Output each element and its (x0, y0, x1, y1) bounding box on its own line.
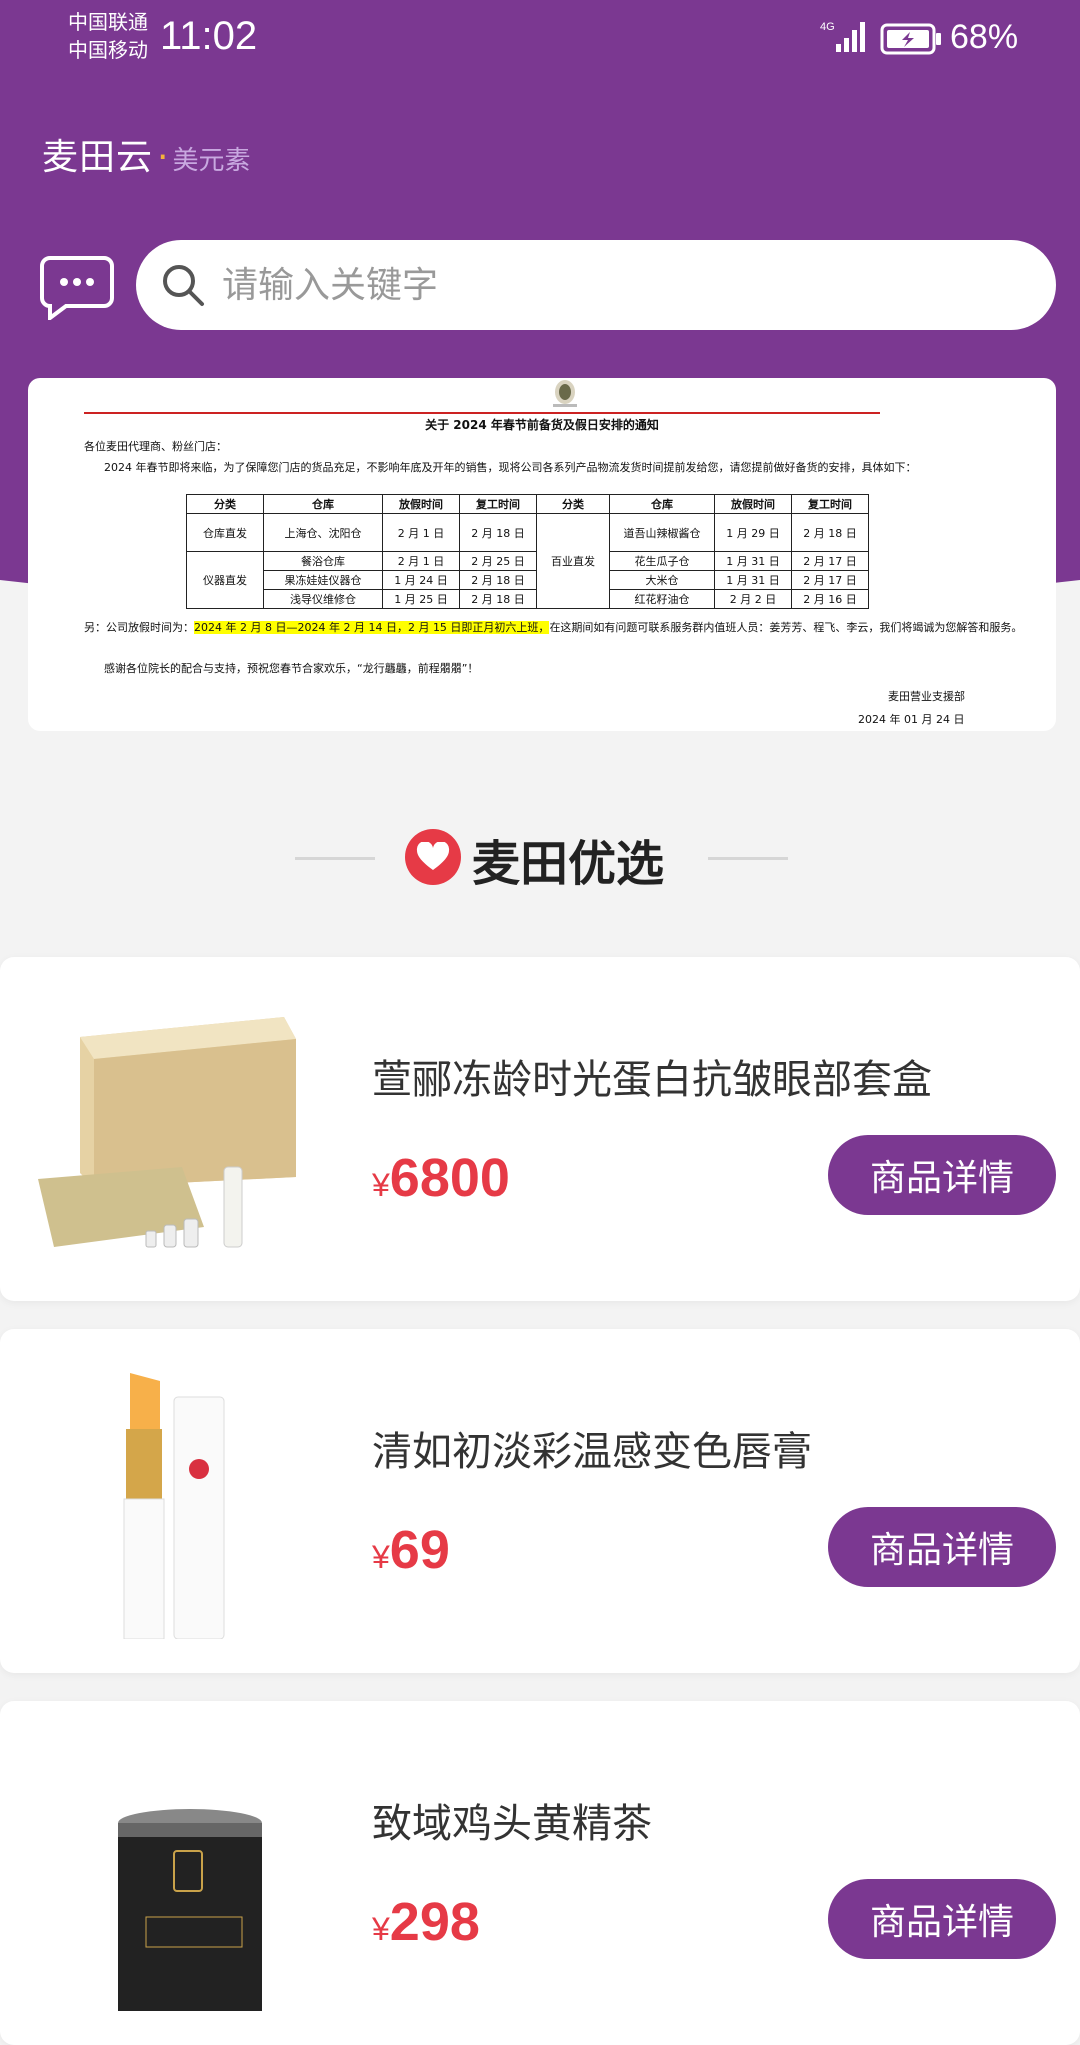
holiday-table: 分类 仓库 放假时间 复工时间 分类 仓库 放假时间 复工时间 仓库直发 上海仓… (186, 494, 869, 609)
product-card[interactable]: 清如初淡彩温感变色唇膏 ¥69 商品详情 (0, 1329, 1080, 1673)
section-header: 麦田优选 (0, 820, 1080, 900)
table-cell: 果冻娃娃仪器仓 (263, 570, 383, 590)
table-cell: 红花籽油仓 (609, 589, 715, 609)
table-cell: 餐浴仓库 (263, 551, 383, 571)
brand-sub: 美元素 (172, 146, 251, 176)
product-detail-button[interactable]: 商品详情 (828, 1507, 1056, 1587)
table-cell: 大米仓 (609, 570, 715, 590)
table-cell: 花生瓜子仓 (609, 551, 715, 571)
product-name: 致域鸡头黄精茶 (372, 1801, 652, 1847)
table-cell: 2 月 17 日 (791, 570, 869, 590)
price-currency: ¥ (372, 1911, 390, 1947)
battery-icon (880, 23, 941, 55)
search-bar[interactable] (136, 240, 1056, 330)
product-price: ¥6800 (372, 1147, 510, 1209)
section-divider-right (708, 857, 788, 860)
notice-extra-suffix: 在这期间如有问题可联系服务群内值班人员：姜芳芳、程飞、李云，我们将竭诚为您解答和… (549, 621, 1023, 634)
table-cell: 1 月 31 日 (714, 570, 792, 590)
brand-logo: 麦田云 · 美元素 (42, 128, 251, 178)
notice-extra: 另：公司放假时间为：2024 年 2 月 8 日—2024 年 2 月 14 日… (84, 618, 1044, 638)
table-cell: 1 月 31 日 (714, 551, 792, 571)
product-image-lipstick (123, 1373, 225, 1639)
status-bar: 中国联通 中国移动 11:02 4G 68% (0, 0, 1080, 84)
table-cell: 仪器直发 (186, 551, 264, 609)
section-title: 麦田优选 (472, 836, 665, 892)
product-detail-button[interactable]: 商品详情 (828, 1879, 1056, 1959)
table-header: 复工时间 (459, 494, 537, 514)
table-cell: 2 月 18 日 (459, 513, 537, 552)
battery-percentage: 68% (950, 18, 1019, 56)
table-header: 放假时间 (714, 494, 792, 514)
notice-divider (84, 412, 880, 414)
product-card[interactable]: 萱郦冻龄时光蛋白抗皱眼部套盒 ¥6800 商品详情 (0, 957, 1080, 1301)
table-header: 分类 (186, 494, 264, 514)
clock: 11:02 (160, 14, 258, 58)
product-image-eye-kit (38, 1017, 296, 1248)
table-cell: 2 月 17 日 (791, 551, 869, 571)
table-cell: 2 月 2 日 (714, 589, 792, 609)
table-cell: 1 月 29 日 (714, 513, 792, 552)
table-header: 分类 (536, 494, 610, 514)
table-cell: 1 月 24 日 (382, 570, 460, 590)
table-cell: 2 月 18 日 (459, 589, 537, 609)
table-header: 复工时间 (791, 494, 869, 514)
notice-extra-highlight: 2024 年 2 月 8 日—2024 年 2 月 14 日，2 月 15 日即… (194, 621, 550, 634)
table-cell: 道吾山辣椒酱仓 (609, 513, 715, 552)
notice-paragraph: 2024 年春节即将来临，为了保障您门店的货品充足，不影响年底及开年的销售，现将… (104, 461, 917, 474)
product-name: 清如初淡彩温感变色唇膏 (372, 1429, 812, 1475)
notice-title: 关于 2024 年春节前备货及假日安排的通知 (425, 418, 659, 432)
table-header: 放假时间 (382, 494, 460, 514)
table-cell: 浅导仪维修仓 (263, 589, 383, 609)
chat-icon[interactable] (40, 254, 114, 320)
signal-icon: 4G (820, 21, 865, 52)
table-cell: 上海仓、沈阳仓 (263, 513, 383, 552)
price-value: 6800 (389, 1148, 510, 1208)
table-cell: 2 月 18 日 (459, 570, 537, 590)
network-type: 4G (820, 21, 835, 33)
table-header: 仓库 (263, 494, 383, 514)
product-detail-button[interactable]: 商品详情 (828, 1135, 1056, 1215)
notice-thanks: 感谢各位院长的配合与支持，预祝您春节合家欢乐，“龙行龘龘，前程朤朤”！ (104, 662, 479, 675)
table-cell: 2 月 1 日 (382, 513, 460, 552)
table-cell: 2 月 18 日 (791, 513, 869, 552)
heart-icon (405, 829, 461, 885)
carrier-1: 中国联通 (68, 10, 148, 34)
table-cell: 1 月 25 日 (382, 589, 460, 609)
product-name: 萱郦冻龄时光蛋白抗皱眼部套盒 (372, 1057, 932, 1103)
product-price: ¥69 (372, 1519, 450, 1581)
product-card[interactable]: 致域鸡头黄精茶 ¥298 商品详情 (0, 1701, 1080, 2045)
table-cell: 百业直发 (536, 513, 610, 609)
carrier-2: 中国移动 (68, 38, 148, 62)
carrier-info: 中国联通 中国移动 (68, 8, 148, 64)
table-cell: 2 月 1 日 (382, 551, 460, 571)
product-image-tea-can (118, 1809, 262, 2011)
brand-main: 麦田云 (42, 137, 154, 178)
price-currency: ¥ (372, 1539, 390, 1575)
notice-department: 麦田营业支援部 (888, 690, 965, 703)
price-value: 69 (389, 1520, 450, 1580)
notice-banner[interactable]: 关于 2024 年春节前备货及假日安排的通知 各位麦田代理商、粉丝门店： 202… (28, 378, 1056, 731)
section-divider-left (295, 857, 375, 860)
table-cell: 2 月 16 日 (791, 589, 869, 609)
table-cell: 仓库直发 (186, 513, 264, 552)
table-header: 仓库 (609, 494, 715, 514)
search-icon (163, 265, 204, 306)
search-input[interactable] (220, 263, 1004, 307)
price-value: 298 (389, 1892, 480, 1952)
notice-extra-prefix: 另：公司放假时间为： (84, 621, 194, 634)
notice-greeting: 各位麦田代理商、粉丝门店： (84, 440, 227, 453)
company-seal-logo (553, 380, 577, 407)
table-cell: 2 月 25 日 (459, 551, 537, 571)
product-price: ¥298 (372, 1891, 480, 1953)
notice-date: 2024 年 01 月 24 日 (858, 713, 965, 726)
price-currency: ¥ (372, 1167, 390, 1203)
